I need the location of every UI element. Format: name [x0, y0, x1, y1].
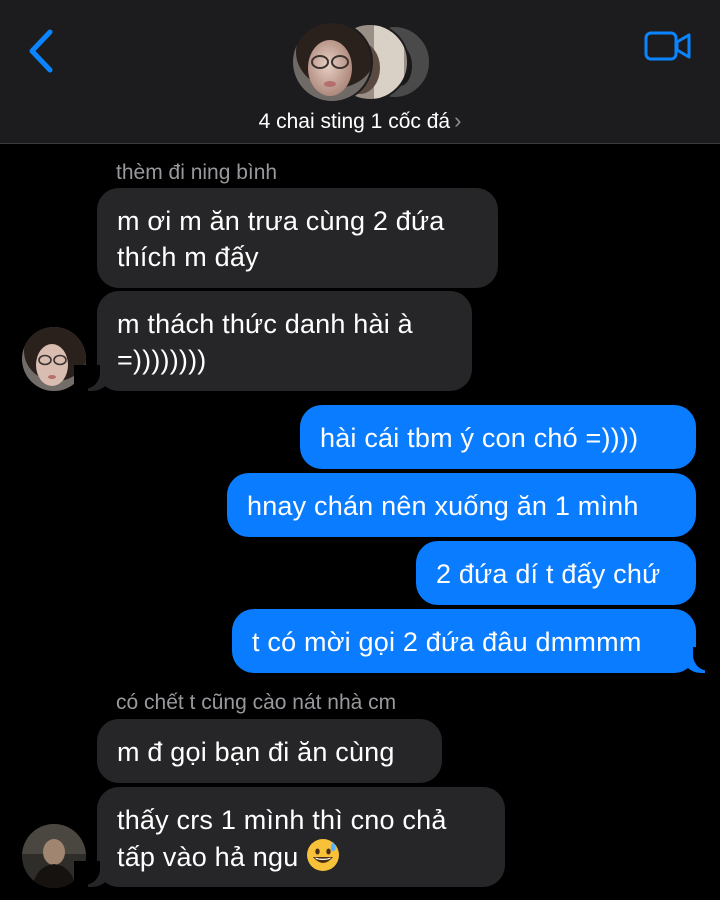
message-text: hài cái tbm ý con chó =))))	[320, 423, 639, 453]
message-line-text: tấp vào hả ngu	[117, 842, 299, 872]
message-line: m ơi m ăn trưa cùng 2 đứa	[117, 206, 445, 236]
message-text: 2 đứa dí t đấy chứ	[436, 559, 661, 589]
chevron-left-icon[interactable]	[26, 28, 58, 74]
message-text: m đ gọi bạn đi ăn cùng	[117, 737, 395, 767]
video-camera-icon[interactable]	[644, 30, 692, 62]
message-line: tấp vào hả ngu	[117, 838, 485, 875]
message-text: hnay chán nên xuống ăn 1 mình	[247, 491, 639, 521]
outgoing-message[interactable]: t có mời gọi 2 đứa đâu dmmmm	[232, 609, 696, 673]
sender-name: thèm đi ning bình	[116, 161, 278, 184]
grinning-sweat-emoji	[307, 839, 340, 871]
chevron-right-icon: ›	[454, 108, 462, 133]
sender-name: có chết t cũng cào nát nhà cm	[116, 691, 397, 714]
message-text: t có mời gọi 2 đứa đâu dmmmm	[252, 627, 642, 657]
conversation-title-text: 4 chai sting 1 cốc đá	[258, 110, 451, 133]
outgoing-message[interactable]: hnay chán nên xuống ăn 1 mình	[227, 473, 696, 537]
message-line: thích m đấy	[117, 242, 259, 272]
outgoing-message[interactable]: 2 đứa dí t đấy chứ	[416, 541, 696, 605]
incoming-message[interactable]: m đ gọi bạn đi ăn cùng	[97, 719, 442, 783]
message-line: =))))))))	[117, 345, 207, 375]
conversation-header: 4 chai sting 1 cốc đá ›	[0, 0, 720, 144]
incoming-message[interactable]: m ơi m ăn trưa cùng 2 đứa thích m đấy	[97, 188, 498, 288]
group-avatar-stack[interactable]	[290, 22, 432, 102]
incoming-message[interactable]: thấy crs 1 mình thì cno chả tấp vào hả n…	[97, 787, 505, 887]
outgoing-message[interactable]: hài cái tbm ý con chó =))))	[300, 405, 696, 469]
message-line: m thách thức danh hài à	[117, 309, 413, 339]
conversation-title[interactable]: 4 chai sting 1 cốc đá ›	[0, 108, 720, 134]
incoming-message[interactable]: m thách thức danh hài à =))))))))	[97, 291, 472, 391]
message-line: thấy crs 1 mình thì cno chả	[117, 805, 447, 835]
